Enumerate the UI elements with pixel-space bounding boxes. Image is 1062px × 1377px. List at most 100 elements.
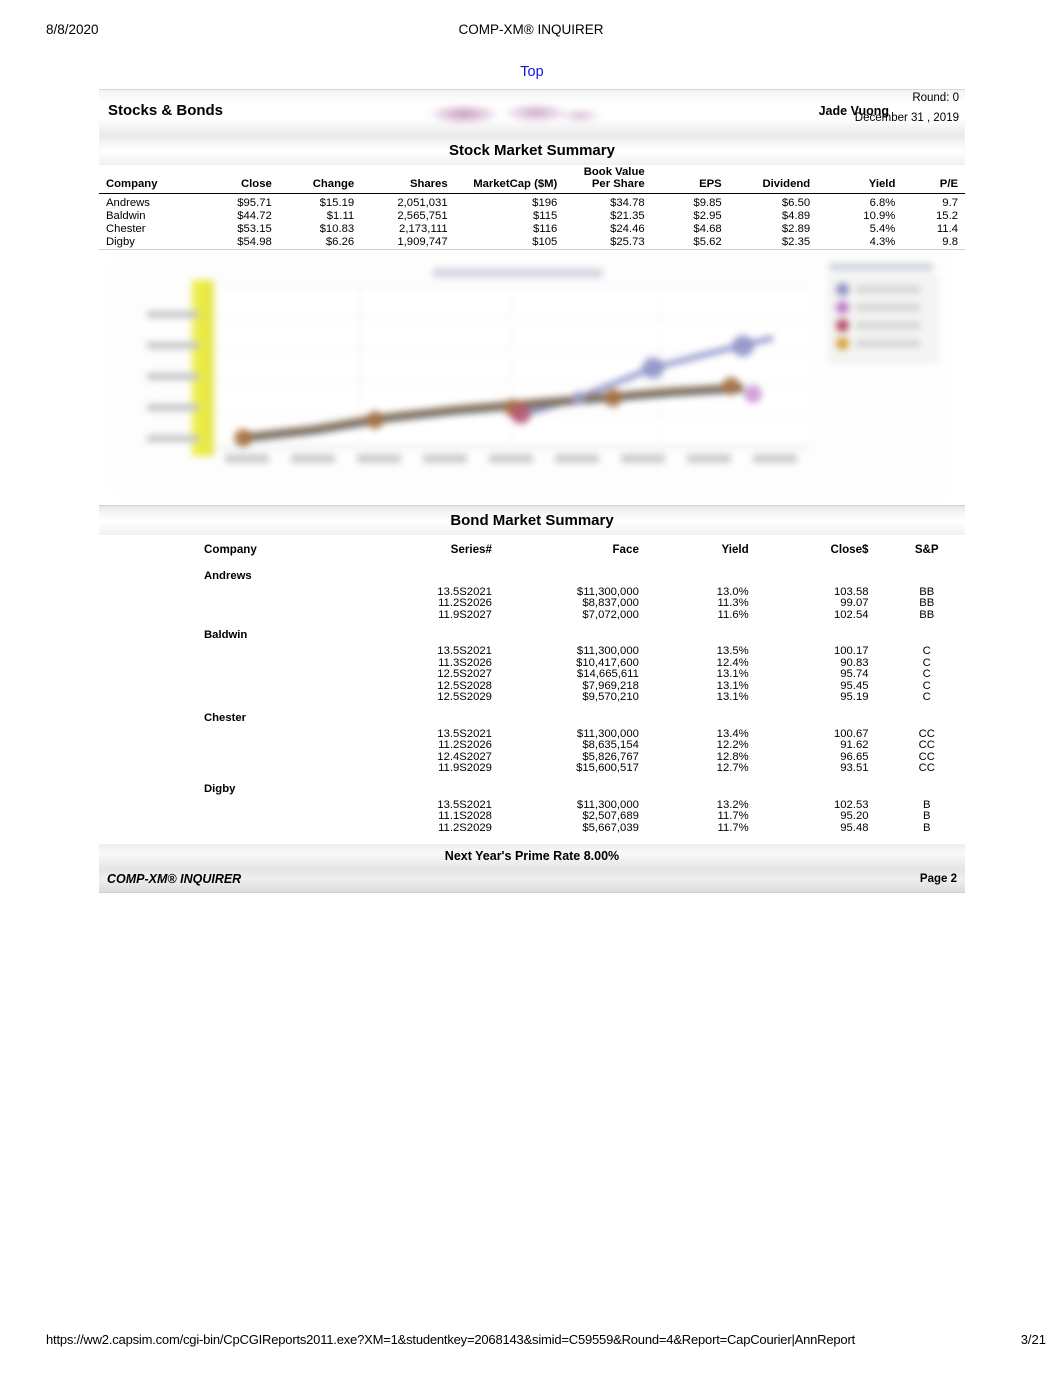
source-url: https://ww2.capsim.com/cgi-bin/CpCGIRepo… bbox=[46, 1332, 855, 1347]
cell-book-value: $21.35 bbox=[610, 210, 645, 222]
table-row: 12.4S2027 $5,826,767 12.8% 96.65 CC bbox=[99, 750, 965, 764]
cell-face: $9,570,210 bbox=[582, 691, 639, 704]
footer-brand: COMP-XM® INQUIRER bbox=[107, 872, 242, 887]
cell-yield: 11.7% bbox=[717, 810, 749, 823]
cell-shares: 2,565,751 bbox=[397, 210, 448, 222]
cell-close: 100.67 bbox=[833, 727, 869, 740]
cell-face: $2,507,689 bbox=[582, 810, 639, 823]
cell-yield: 6.8% bbox=[869, 197, 896, 209]
table-row: 13.5S2021 $11,300,000 13.0% 103.58 BB bbox=[99, 585, 965, 599]
report-page: Top Stocks & Bonds Jade Vuong Round: 0 D… bbox=[99, 63, 965, 894]
cell-close: 96.65 bbox=[840, 750, 869, 763]
cell-yield: 12.8% bbox=[716, 750, 749, 763]
cell-pe: 9.8 bbox=[942, 236, 958, 248]
cell-face: $8,635,154 bbox=[582, 739, 639, 752]
stock-section-title: Stock Market Summary bbox=[449, 142, 615, 159]
top-link-row: Top bbox=[99, 63, 965, 89]
group-company-name: Digby bbox=[204, 782, 236, 795]
cell-close: 91.62 bbox=[840, 739, 869, 752]
col-close: Close$ bbox=[830, 543, 869, 556]
chart-canvas bbox=[113, 258, 949, 496]
cell-marketcap: $196 bbox=[532, 197, 558, 209]
col-face: Face bbox=[612, 543, 639, 556]
cell-sp: C bbox=[922, 668, 931, 681]
cell-close: 102.53 bbox=[833, 798, 869, 811]
cell-close: 95.20 bbox=[840, 810, 869, 823]
bond-group-header: Chester bbox=[99, 704, 965, 729]
cell-yield: 10.9% bbox=[863, 210, 896, 222]
cell-yield: 5.4% bbox=[869, 223, 896, 235]
print-doc-title: COMP-XM® INQUIRER bbox=[458, 22, 604, 37]
col-sp: S&P bbox=[914, 543, 939, 556]
cell-company: Digby bbox=[106, 236, 135, 248]
cell-shares: 1,909,747 bbox=[397, 236, 448, 248]
cell-yield: 13.1% bbox=[716, 679, 749, 692]
cell-close: $54.98 bbox=[237, 236, 272, 248]
cell-sp: B bbox=[922, 810, 931, 823]
cell-series: 11.1S2028 bbox=[438, 810, 492, 823]
cell-face: $7,072,000 bbox=[582, 608, 639, 621]
cell-yield: 11.7% bbox=[717, 821, 749, 834]
stock-market-summary-heading: Stock Market Summary bbox=[99, 136, 965, 165]
cell-face: $15,600,517 bbox=[576, 762, 639, 775]
bond-group-header: Digby bbox=[99, 775, 965, 800]
col-yield: Yield bbox=[721, 543, 749, 556]
table-row: 12.5S2029 $9,570,210 13.1% 95.19 C bbox=[99, 692, 965, 704]
table-row: 12.5S2028 $7,969,218 13.1% 95.45 C bbox=[99, 679, 965, 693]
col-pe: P/E bbox=[902, 165, 965, 194]
cell-series: 12.5S2029 bbox=[437, 691, 492, 704]
cell-close: 102.54 bbox=[833, 608, 869, 621]
cell-book-value: $34.78 bbox=[610, 197, 645, 209]
col-series: Series# bbox=[450, 543, 492, 556]
cell-yield: 13.1% bbox=[716, 668, 749, 681]
cell-yield: 4.3% bbox=[869, 236, 896, 248]
bond-table-body: Andrews 13.5S2021 $11,300,000 13.0% 103.… bbox=[99, 562, 965, 834]
col-eps: EPS bbox=[651, 165, 729, 194]
cell-change: $10.83 bbox=[319, 223, 355, 235]
cell-change: $15.19 bbox=[319, 197, 355, 209]
bond-group-header: Andrews bbox=[99, 562, 965, 587]
stock-price-chart bbox=[99, 249, 965, 506]
cell-close: 93.51 bbox=[840, 762, 869, 775]
cell-sp: C bbox=[922, 644, 931, 657]
cell-company: Andrews bbox=[106, 197, 150, 209]
cell-yield: 13.2% bbox=[716, 798, 749, 811]
col-dividend: Dividend bbox=[728, 165, 818, 194]
cell-close: 103.58 bbox=[833, 585, 869, 598]
cell-dividend: $2.35 bbox=[781, 236, 811, 248]
cell-yield: 13.4% bbox=[716, 727, 749, 740]
table-row: 11.2S2029 $5,667,039 11.7% 95.48 B bbox=[99, 821, 965, 835]
cell-sp: CC bbox=[918, 739, 935, 752]
bond-market-summary-heading: Bond Market Summary bbox=[99, 506, 965, 535]
cell-series: 12.5S2027 bbox=[437, 668, 492, 681]
chart-legend bbox=[829, 276, 937, 362]
cell-book-value: $24.46 bbox=[610, 223, 645, 235]
cell-shares: 2,051,031 bbox=[397, 197, 448, 209]
group-company-name: Chester bbox=[204, 711, 247, 724]
col-change: Change bbox=[278, 165, 362, 194]
cell-marketcap: $115 bbox=[533, 210, 558, 222]
cell-yield: 13.1% bbox=[716, 691, 749, 704]
cell-close: $44.72 bbox=[237, 210, 272, 222]
cell-close: $95.71 bbox=[237, 197, 272, 209]
cell-face: $14,665,611 bbox=[576, 668, 639, 681]
cell-yield: 12.7% bbox=[716, 762, 749, 775]
cell-shares: 2,173,111 bbox=[399, 223, 448, 235]
table-row: 11.1S2028 $2,507,689 11.7% 95.20 B bbox=[99, 810, 965, 823]
chart-series-layer bbox=[234, 335, 774, 447]
cell-eps: $9.85 bbox=[693, 197, 722, 209]
legend-swatch bbox=[836, 319, 849, 332]
top-link[interactable]: Top bbox=[520, 64, 543, 80]
table-row: 13.5S2021 $11,300,000 13.5% 100.17 C bbox=[99, 644, 965, 658]
cell-sp: BB bbox=[919, 608, 935, 621]
cell-eps: $4.68 bbox=[693, 223, 722, 235]
footer-page-number: Page 2 bbox=[919, 873, 957, 886]
cell-sp: CC bbox=[918, 762, 935, 775]
cell-dividend: $2.89 bbox=[781, 223, 811, 235]
cell-dividend: $4.89 bbox=[781, 210, 811, 222]
report-footer: COMP-XM® INQUIRER Page 2 bbox=[99, 868, 965, 894]
cell-pe: 15.2 bbox=[936, 210, 958, 222]
cell-close: 95.48 bbox=[840, 821, 869, 834]
cell-close: 95.45 bbox=[840, 679, 869, 692]
cell-face: $5,667,039 bbox=[582, 821, 639, 834]
